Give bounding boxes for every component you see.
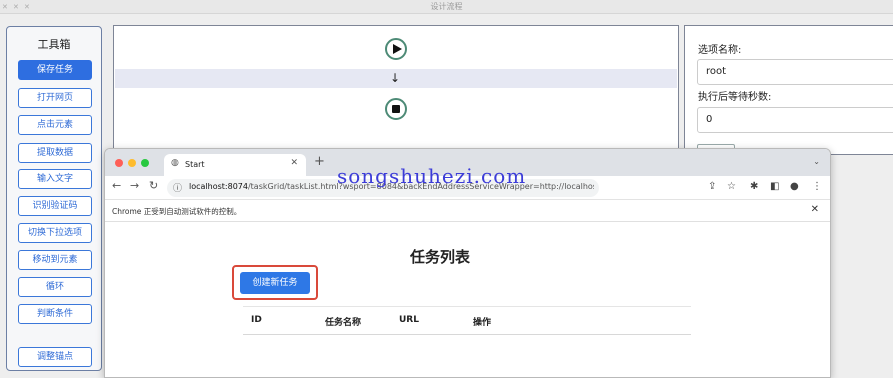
tool-save-task-button[interactable]: 保存任务 [18, 60, 92, 80]
browser-minimize-icon[interactable] [128, 159, 136, 167]
column-header-actions: 操作 [473, 318, 492, 328]
extensions-puzzle-icon[interactable]: ✱ [750, 181, 758, 192]
table-header-divider [243, 334, 691, 335]
tool-condition-button[interactable]: 判断条件 [18, 304, 92, 324]
browser-close-icon[interactable] [115, 159, 123, 167]
automation-infobar-text: Chrome 正受到自动测试软件的控制。 [112, 207, 242, 216]
automation-infobar: Chrome 正受到自动测试软件的控制。 ✕ [105, 200, 830, 222]
column-header-id: ID [251, 315, 262, 325]
wait-seconds-input[interactable]: 0 [697, 107, 893, 133]
window-titlebar: ✕ ✕ ✕ 设计流程 [0, 0, 893, 14]
play-icon [393, 44, 402, 54]
tool-loop-button[interactable]: 循环 [18, 277, 92, 297]
forward-arrow-icon[interactable]: → [130, 179, 139, 192]
tool-input-text-button[interactable]: 输入文字 [18, 169, 92, 189]
stop-icon [392, 105, 400, 113]
column-header-task-name: 任务名称 [325, 318, 362, 328]
bookmark-star-icon[interactable]: ☆ [727, 181, 736, 192]
toolbox-panel: 工具箱 保存任务 打开网页 点击元素 提取数据 输入文字 识别验证码 切换下拉选… [6, 26, 102, 371]
flow-canvas[interactable]: ↓ [113, 25, 679, 155]
table-top-border [243, 306, 691, 307]
tool-extract-data-button[interactable]: 提取数据 [18, 143, 92, 163]
side-panel-icon[interactable]: ◧ [770, 181, 779, 192]
options-panel: 选项名称: root 执行后等待秒数: 0 [684, 25, 893, 158]
create-task-button[interactable]: 创建新任务 [240, 272, 310, 294]
watermark-text: songshuhezi.com [337, 164, 527, 188]
tab-search-chevron-icon[interactable]: ⌄ [813, 157, 820, 166]
page-content: 任务列表 创建新任务 ID 任务名称 URL 操作 [105, 223, 830, 377]
wait-seconds-label: 执行后等待秒数: [698, 92, 772, 103]
task-list-title: 任务列表 [410, 248, 471, 266]
flow-start-node[interactable] [385, 38, 407, 60]
option-name-label: 选项名称: [698, 45, 742, 56]
back-arrow-icon[interactable]: ← [112, 179, 121, 192]
toolbox-title: 工具箱 [37, 38, 71, 51]
down-arrow-icon: ↓ [390, 71, 401, 85]
option-name-input[interactable]: root [697, 59, 893, 85]
tab-close-icon[interactable]: ✕ [290, 158, 298, 168]
tool-open-page-button[interactable]: 打开网页 [18, 88, 92, 108]
create-task-highlight: 创建新任务 [232, 265, 318, 300]
tool-switch-dropdown-button[interactable]: 切换下拉选项 [18, 223, 92, 243]
flow-end-node[interactable] [385, 98, 407, 120]
infobar-close-icon[interactable]: ✕ [811, 204, 819, 215]
window-title: 设计流程 [430, 2, 463, 11]
browser-tab[interactable]: ◍ Start ✕ [164, 154, 306, 176]
browser-menu-icon[interactable]: ⋮ [812, 181, 822, 192]
tool-move-to-element-button[interactable]: 移动到元素 [18, 250, 92, 270]
info-icon[interactable]: ⓘ [173, 181, 182, 194]
profile-avatar-icon[interactable]: ● [790, 181, 799, 192]
globe-icon: ◍ [171, 158, 179, 168]
tool-adjust-anchor-button[interactable]: 调整锚点 [18, 347, 92, 367]
tab-title: Start [185, 160, 205, 169]
reload-icon[interactable]: ↻ [149, 179, 158, 192]
browser-zoom-icon[interactable] [141, 159, 149, 167]
new-tab-button[interactable]: + [314, 154, 325, 169]
tool-captcha-button[interactable]: 识别验证码 [18, 196, 92, 216]
column-header-url: URL [399, 315, 419, 325]
tool-click-element-button[interactable]: 点击元素 [18, 115, 92, 135]
share-icon[interactable]: ⇪ [708, 181, 716, 192]
